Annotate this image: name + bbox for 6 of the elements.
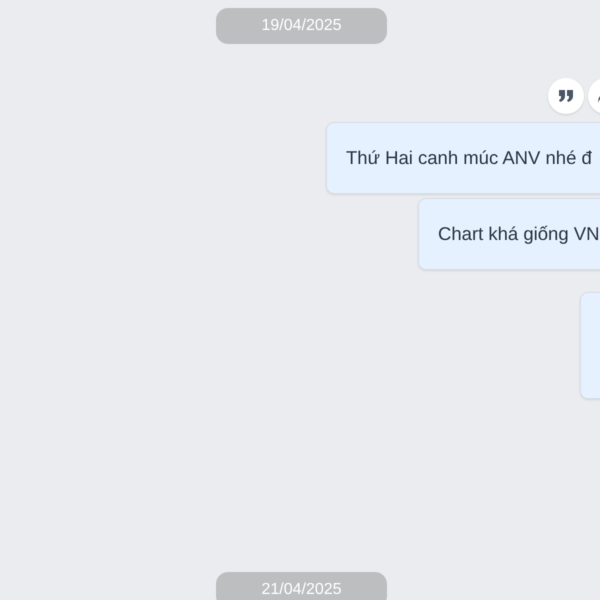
message-text: Thứ Hai canh múc ANV nhé đ (345, 146, 592, 170)
date-separator: 19/04/2025 (216, 8, 387, 44)
quote-button[interactable] (548, 78, 584, 114)
message-text: Chart khá giống VN (437, 222, 600, 246)
date-separator: 21/04/2025 (216, 572, 387, 600)
quote-icon (558, 89, 574, 103)
